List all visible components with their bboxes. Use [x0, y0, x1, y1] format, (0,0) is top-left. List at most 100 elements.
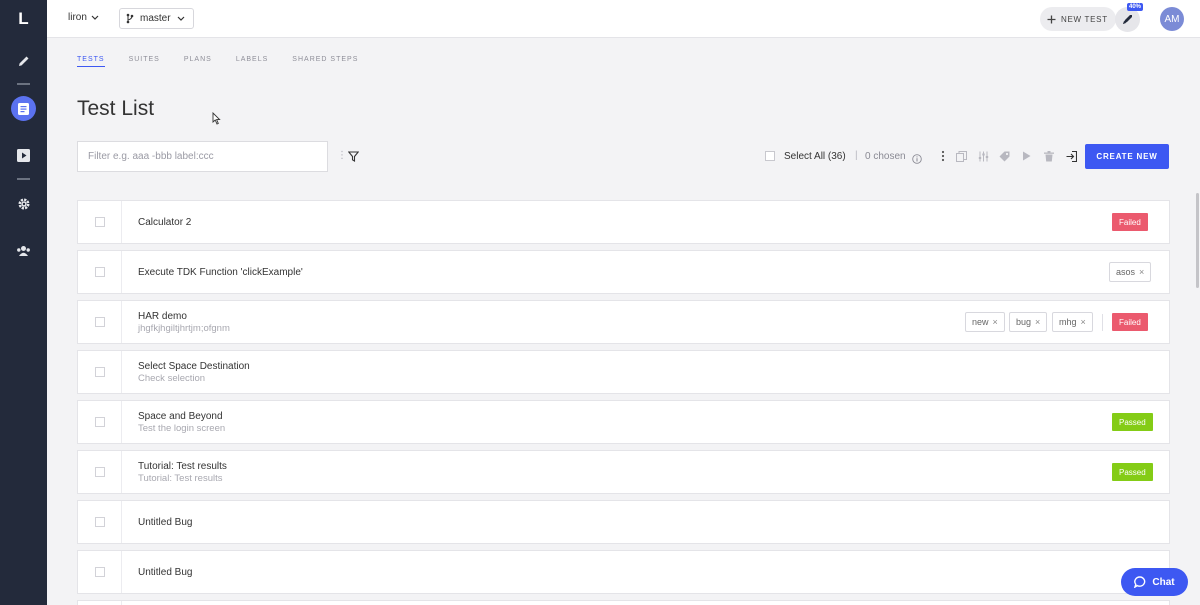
- row-divider: [121, 201, 122, 243]
- app-logo[interactable]: L: [0, 0, 47, 37]
- row-checkbox[interactable]: [95, 467, 105, 477]
- play-icon[interactable]: [11, 143, 36, 168]
- more-options-icon[interactable]: [936, 149, 949, 163]
- row-divider: [121, 601, 122, 605]
- table-row[interactable]: Tutorial: Test results Tutorial: Test re…: [77, 450, 1170, 494]
- row-checkbox[interactable]: [95, 267, 105, 277]
- toolbar-separator: |: [855, 150, 858, 161]
- label-tag[interactable]: mhg ×: [1052, 312, 1093, 332]
- sidebar-divider: [17, 178, 30, 180]
- table-row[interactable]: Select Space Destination Check selection: [77, 350, 1170, 394]
- sidebar: L: [0, 0, 47, 605]
- section-tabs: TESTS SUITES PLANS LABELS SHARED STEPS: [77, 56, 358, 67]
- row-divider: [121, 401, 122, 443]
- tab-labels[interactable]: LABELS: [236, 56, 268, 67]
- user-dropdown[interactable]: liron: [68, 12, 99, 23]
- label-tag[interactable]: new ×: [965, 312, 1005, 332]
- row-checkbox[interactable]: [95, 317, 105, 327]
- list-icon[interactable]: [11, 96, 36, 121]
- test-description: Tutorial: Test results: [138, 473, 223, 484]
- pencil-icon[interactable]: [11, 48, 36, 73]
- page-title: Test List: [77, 97, 155, 120]
- table-row[interactable]: Untitled Bug: [77, 500, 1170, 544]
- label-text: mhg: [1059, 317, 1077, 327]
- select-all-label[interactable]: Select All (36): [784, 151, 846, 162]
- chat-bubble-icon: [1134, 576, 1146, 588]
- table-row[interactable]: [77, 600, 1170, 605]
- info-icon[interactable]: [912, 151, 922, 169]
- filter-options-icon[interactable]: ⋮: [337, 150, 347, 161]
- test-title[interactable]: Tutorial: Test results: [138, 461, 227, 472]
- chevron-down-icon: [91, 15, 99, 20]
- branch-name: master: [140, 13, 171, 24]
- chat-button[interactable]: Chat: [1121, 568, 1188, 596]
- test-title[interactable]: Calculator 2: [138, 217, 191, 228]
- branch-selector[interactable]: master: [119, 8, 194, 29]
- table-row[interactable]: Calculator 2 Failed: [77, 200, 1170, 244]
- test-title[interactable]: Space and Beyond: [138, 411, 223, 422]
- select-all-checkbox[interactable]: [765, 151, 775, 161]
- test-description: Test the login screen: [138, 423, 226, 434]
- export-icon[interactable]: [1065, 149, 1078, 163]
- remove-label-icon[interactable]: ×: [1139, 267, 1144, 277]
- tag-icon[interactable]: [998, 149, 1011, 163]
- table-row[interactable]: Untitled Bug: [77, 550, 1170, 594]
- funnel-icon[interactable]: [347, 149, 360, 167]
- test-title[interactable]: HAR demo: [138, 311, 187, 322]
- status-badge: Passed: [1112, 463, 1153, 481]
- trash-icon[interactable]: [1042, 149, 1055, 163]
- user-name: liron: [68, 12, 87, 23]
- filter-input[interactable]: [77, 141, 328, 172]
- create-new-button[interactable]: CREATE NEW: [1085, 144, 1169, 169]
- test-title[interactable]: Untitled Bug: [138, 567, 192, 578]
- row-checkbox[interactable]: [95, 417, 105, 427]
- row-checkbox[interactable]: [95, 367, 105, 377]
- row-divider: [121, 351, 122, 393]
- scrollbar-thumb[interactable]: [1196, 193, 1199, 288]
- test-description: Check selection: [138, 373, 206, 384]
- test-title[interactable]: Select Space Destination: [138, 361, 250, 372]
- sidebar-divider: [17, 83, 30, 85]
- table-row[interactable]: Execute TDK Function 'clickExample' asos…: [77, 250, 1170, 294]
- remove-label-icon[interactable]: ×: [1081, 317, 1086, 327]
- chat-label: Chat: [1152, 576, 1175, 588]
- label-text: bug: [1016, 317, 1032, 327]
- new-test-button[interactable]: NEW TEST: [1040, 7, 1116, 31]
- remove-label-icon[interactable]: ×: [993, 317, 998, 327]
- tab-tests[interactable]: TESTS: [77, 56, 105, 67]
- run-icon[interactable]: [1020, 149, 1033, 163]
- remove-label-icon[interactable]: ×: [1035, 317, 1040, 327]
- label-tag[interactable]: bug ×: [1009, 312, 1048, 332]
- new-test-label: NEW TEST: [1061, 14, 1108, 24]
- tab-plans[interactable]: PLANS: [184, 56, 212, 67]
- top-bar: liron master NEW TEST 40% AM: [47, 0, 1200, 38]
- row-divider: [121, 551, 122, 593]
- table-row[interactable]: Space and Beyond Test the login screen P…: [77, 400, 1170, 444]
- duplicate-icon[interactable]: [955, 149, 968, 163]
- tab-shared-steps[interactable]: SHARED STEPS: [292, 56, 358, 67]
- test-title[interactable]: Untitled Bug: [138, 517, 192, 528]
- row-checkbox[interactable]: [95, 217, 105, 227]
- chevron-down-icon: [177, 16, 184, 21]
- label-text: asos: [1116, 267, 1136, 277]
- plus-icon: [1047, 15, 1056, 23]
- row-divider: [121, 301, 122, 343]
- avatar[interactable]: AM: [1160, 7, 1184, 31]
- branch-icon: [126, 13, 134, 24]
- row-checkbox[interactable]: [95, 567, 105, 577]
- users-icon[interactable]: [11, 238, 36, 263]
- test-description: jhgfkjhgiltjhrtjm;ofgnm: [138, 323, 230, 334]
- row-checkbox[interactable]: [95, 517, 105, 527]
- progress-badge: 40%: [1127, 3, 1144, 11]
- status-badge: Failed: [1112, 313, 1148, 331]
- test-title[interactable]: Execute TDK Function 'clickExample': [138, 267, 303, 278]
- status-badge: Passed: [1112, 413, 1153, 431]
- sliders-icon[interactable]: [977, 149, 990, 163]
- status-badge: Failed: [1112, 213, 1148, 231]
- tab-suites[interactable]: SUITES: [129, 56, 160, 67]
- label-tag[interactable]: asos ×: [1109, 262, 1152, 282]
- table-row[interactable]: HAR demo jhgfkjhgiltjhrtjm;ofgnm new × b…: [77, 300, 1170, 344]
- chosen-count: 0 chosen: [865, 151, 906, 162]
- gear-icon[interactable]: [11, 191, 36, 216]
- label-text: new: [972, 317, 989, 327]
